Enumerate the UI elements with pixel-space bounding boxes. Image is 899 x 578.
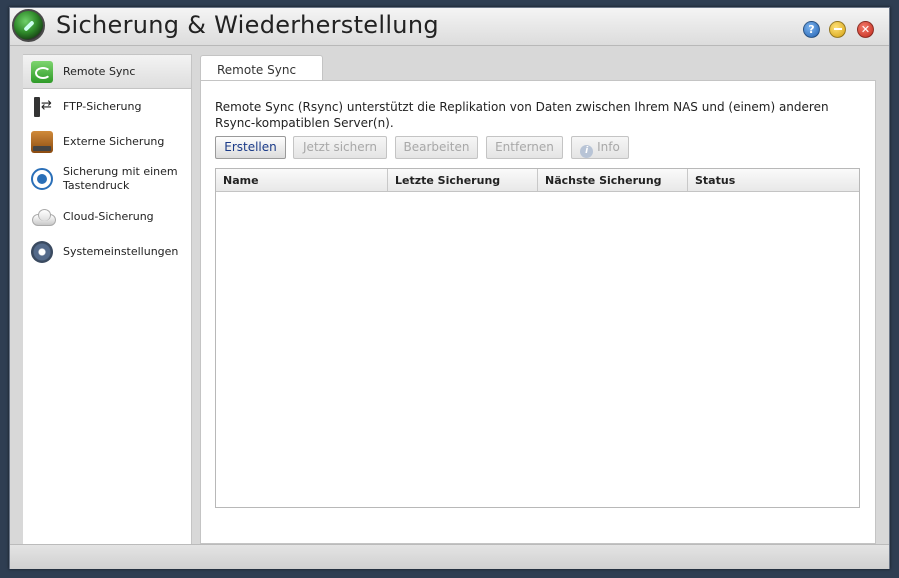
app-logo-icon — [12, 9, 45, 42]
sidebar-item-external-backup[interactable]: Externe Sicherung — [23, 124, 192, 159]
backup-now-button[interactable]: Jetzt sichern — [293, 136, 387, 159]
help-button[interactable]: ? — [803, 21, 820, 38]
table-header: Name Letzte Sicherung Nächste Sicherung … — [216, 169, 859, 192]
create-button[interactable]: Erstellen — [215, 136, 286, 159]
info-icon: i — [580, 145, 594, 158]
remove-button[interactable]: Entfernen — [486, 136, 563, 159]
column-header-last-backup[interactable]: Letzte Sicherung — [388, 169, 538, 191]
sidebar-item-one-touch-backup[interactable]: Sicherung mit einem Tastendruck — [23, 159, 192, 199]
sidebar-item-label: Remote Sync — [63, 64, 136, 78]
external-drive-icon — [31, 130, 53, 153]
status-bar — [10, 544, 889, 569]
info-button-label: Info — [597, 140, 620, 154]
close-icon: ✕ — [860, 23, 871, 36]
help-icon: ? — [808, 23, 815, 36]
sidebar-item-remote-sync[interactable]: Remote Sync — [23, 54, 192, 89]
window-title: Sicherung & Wiederherstellung — [56, 11, 439, 39]
main-panel: Remote Sync (Rsync) unterstützt die Repl… — [200, 80, 876, 544]
tab-remote-sync[interactable]: Remote Sync — [200, 55, 323, 81]
sidebar-item-label: Externe Sicherung — [63, 134, 165, 148]
sidebar-item-cloud-backup[interactable]: Cloud-Sicherung — [23, 199, 192, 234]
edit-button[interactable]: Bearbeiten — [395, 136, 478, 159]
sync-jobs-table: Name Letzte Sicherung Nächste Sicherung … — [215, 168, 860, 508]
cloud-icon — [31, 206, 56, 228]
title-bar[interactable]: Sicherung & Wiederherstellung ? ✕ — [10, 8, 889, 46]
minimize-button[interactable] — [829, 21, 846, 38]
sidebar-item-ftp-backup[interactable]: FTP-Sicherung — [23, 89, 192, 124]
column-header-status[interactable]: Status — [688, 169, 859, 191]
sidebar: Remote Sync FTP-Sicherung Externe Sicher… — [23, 54, 192, 544]
description-text: Remote Sync (Rsync) unterstützt die Repl… — [215, 100, 829, 130]
sidebar-item-system-settings[interactable]: Systemeinstellungen — [23, 234, 192, 269]
gear-icon — [31, 240, 53, 263]
column-header-name[interactable]: Name — [216, 169, 388, 191]
sidebar-item-label: Sicherung mit einem Tastendruck — [63, 165, 178, 192]
ftp-icon — [31, 96, 53, 118]
close-button[interactable]: ✕ — [857, 21, 874, 38]
app-window: Sicherung & Wiederherstellung ? ✕ Remote… — [9, 7, 890, 569]
sidebar-item-label: Systemeinstellungen — [63, 244, 179, 258]
sidebar-item-label: FTP-Sicherung — [63, 99, 142, 113]
remote-sync-icon — [31, 60, 53, 83]
column-header-next-backup[interactable]: Nächste Sicherung — [538, 169, 688, 191]
one-touch-icon — [31, 168, 53, 190]
info-button[interactable]: i Info — [571, 136, 629, 159]
minimize-icon — [833, 28, 842, 30]
sidebar-item-label: Cloud-Sicherung — [63, 209, 154, 223]
